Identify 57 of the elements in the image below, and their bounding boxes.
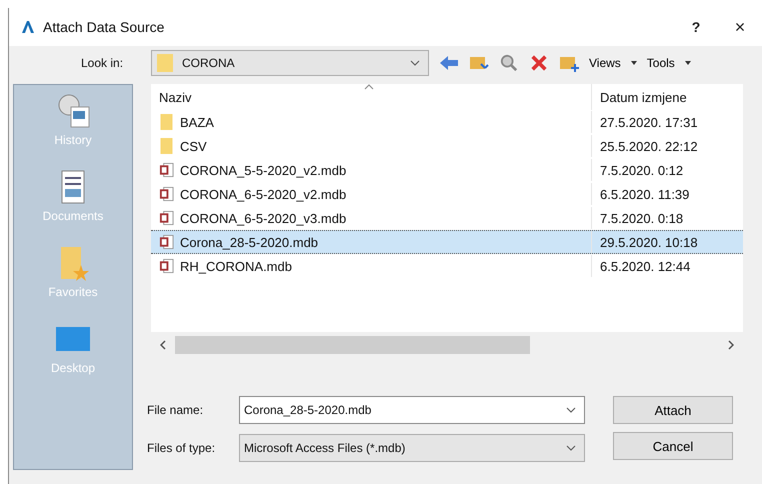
database-file-icon: [159, 258, 174, 274]
file-name: CORONA_6-5-2020_v3.mdb: [180, 210, 346, 226]
folder-icon: [156, 53, 174, 73]
file-row[interactable]: BAZA 27.5.2020. 17:31: [151, 110, 743, 134]
file-name: Corona_28-5-2020.mdb: [180, 234, 318, 250]
views-menu-button[interactable]: Views: [585, 56, 625, 70]
cancel-button[interactable]: Cancel: [613, 432, 733, 460]
modified-date: 7.5.2020. 0:12: [591, 159, 743, 181]
file-name: RH_CORONA.mdb: [180, 258, 292, 274]
database-file-icon: [159, 210, 174, 226]
column-header[interactable]: Datum izmjene: [591, 84, 743, 110]
file-type-dropdown[interactable]: Microsoft Access Files (*.mdb): [239, 434, 585, 462]
database-file-icon: [159, 234, 174, 250]
chevron-down-icon: [410, 60, 420, 66]
chevron-down-icon: [566, 445, 576, 451]
file-name: CSV: [180, 138, 207, 154]
tools-menu-button[interactable]: Tools: [642, 56, 679, 70]
file-name: CORONA_5-5-2020_v2.mdb: [180, 162, 346, 178]
database-file-icon: [159, 162, 174, 178]
file-row[interactable]: CORONA_6-5-2020_v3.mdb 7.5.2020. 0:18: [151, 206, 743, 230]
modified-date: 29.5.2020. 10:18: [591, 231, 743, 253]
attach-button[interactable]: Attach: [613, 396, 733, 424]
scroll-right-icon[interactable]: [728, 340, 734, 350]
scroll-left-icon[interactable]: [160, 340, 166, 350]
folder-icon: [159, 138, 174, 154]
window-title: Attach Data Source: [43, 19, 164, 35]
chevron-down-icon: [566, 407, 576, 413]
file-row[interactable]: CSV 25.5.2020. 22:12: [151, 134, 743, 158]
modified-date: 6.5.2020. 12:44: [591, 255, 743, 277]
file-row[interactable]: CORONA_5-5-2020_v2.mdb 7.5.2020. 0:12: [151, 158, 743, 182]
delete-icon[interactable]: [529, 54, 549, 72]
dropdown-arrow-icon[interactable]: [630, 61, 637, 65]
folder-icon: [159, 114, 174, 130]
modified-date: 25.5.2020. 22:12: [591, 135, 743, 157]
back-arrow-icon[interactable]: [439, 54, 459, 72]
modified-date: 7.5.2020. 0:18: [591, 207, 743, 229]
app-logo-icon: [21, 20, 35, 34]
modified-date: 27.5.2020. 17:31: [591, 111, 743, 133]
dropdown-arrow-icon[interactable]: [684, 61, 691, 65]
file-row[interactable]: Corona_28-5-2020.mdb 29.5.2020. 10:18: [151, 230, 743, 254]
file-name: CORONA_6-5-2020_v2.mdb: [180, 186, 346, 202]
look-in-label: Look in:: [81, 56, 124, 70]
file-row[interactable]: CORONA_6-5-2020_v2.mdb 6.5.2020. 11:39: [151, 182, 743, 206]
file-name-label: File name:: [147, 403, 204, 417]
modified-date: 6.5.2020. 11:39: [591, 183, 743, 205]
column-header[interactable]: Naziv: [151, 90, 591, 104]
scrollbar-thumb[interactable]: [175, 336, 530, 354]
database-file-icon: [159, 186, 174, 202]
new-folder-icon[interactable]: [559, 54, 579, 72]
close-button[interactable]: ×: [718, 12, 762, 42]
file-row[interactable]: RH_CORONA.mdb 6.5.2020. 12:44: [151, 254, 743, 278]
search-icon[interactable]: [499, 54, 519, 72]
help-button[interactable]: ?: [674, 12, 718, 42]
file-type-label: Files of type:: [147, 441, 216, 455]
file-name: BAZA: [180, 114, 214, 130]
look-in-dropdown[interactable]: CORONA: [151, 50, 429, 76]
file-name-field[interactable]: Corona_28-5-2020.mdb: [239, 396, 585, 424]
